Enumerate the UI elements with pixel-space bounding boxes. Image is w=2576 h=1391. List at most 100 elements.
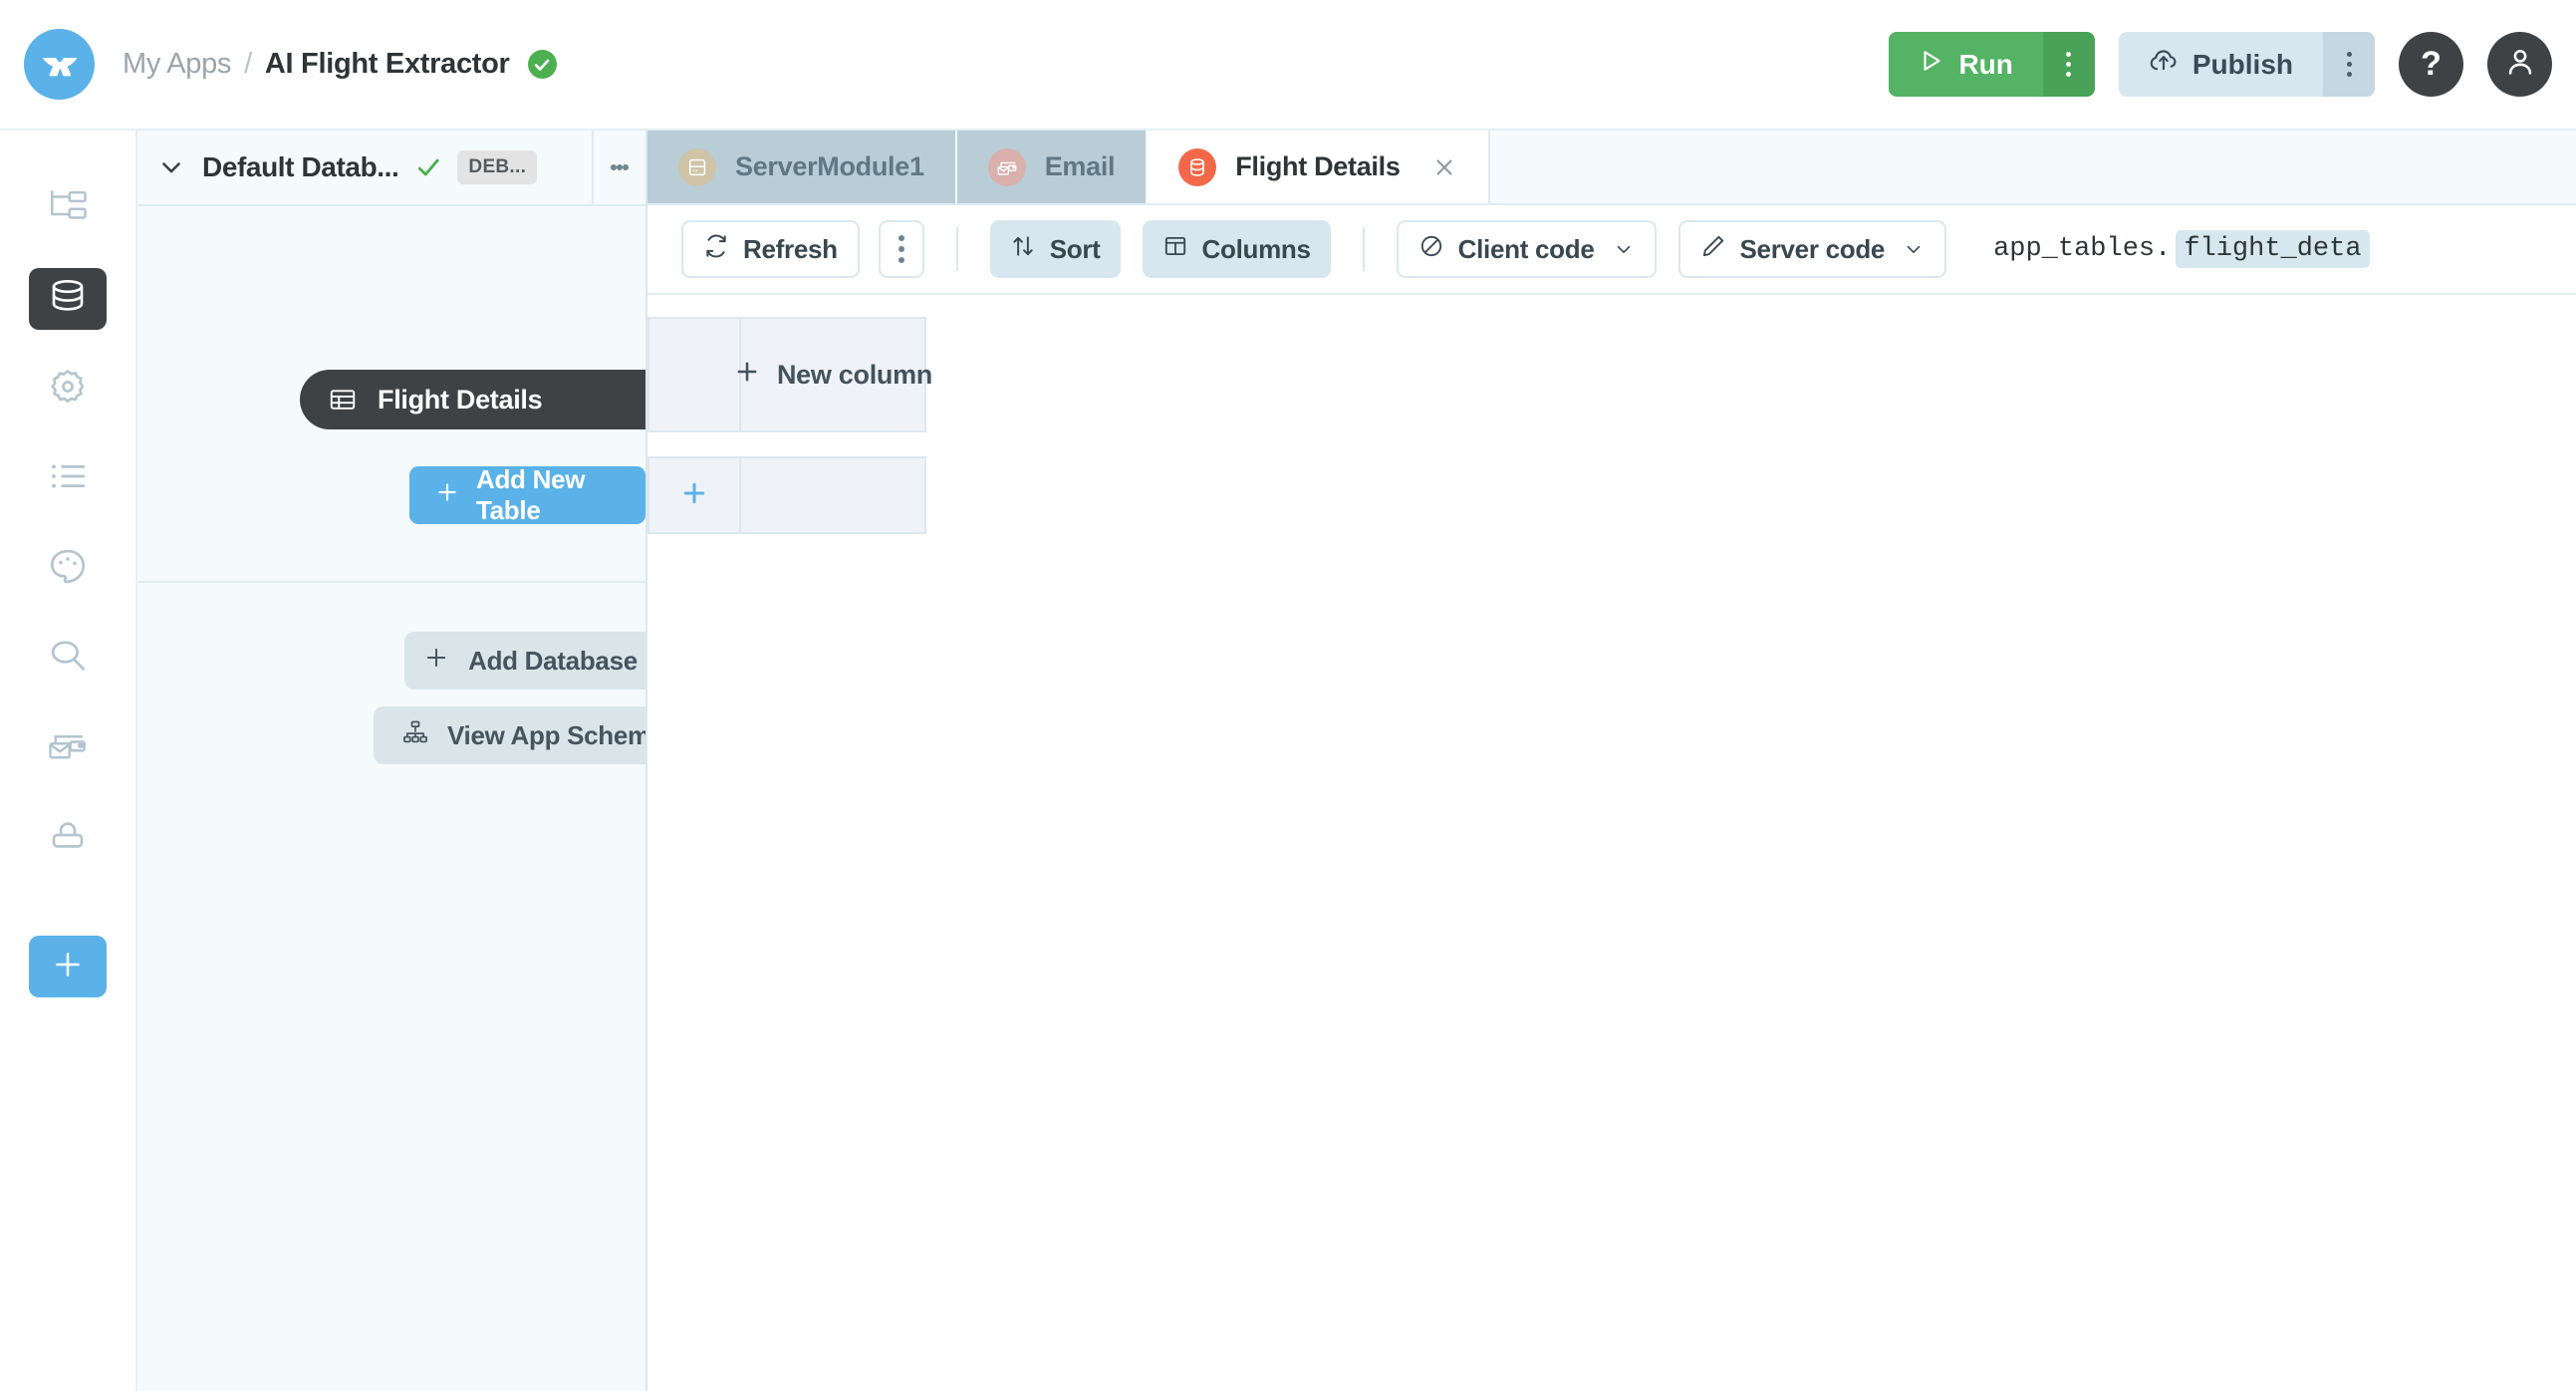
view-app-schema-label: View App Schema <box>447 720 647 751</box>
icon-rail <box>0 131 137 1391</box>
add-database-button[interactable]: Add Database <box>404 632 647 690</box>
plus-icon <box>50 947 86 987</box>
publish-button[interactable]: Publish <box>2119 32 2323 97</box>
tab-servermodule1[interactable]: ServerModule1 <box>647 131 957 203</box>
account-button[interactable] <box>2487 32 2552 97</box>
tab-flight-details[interactable]: Flight Details <box>1148 131 1489 203</box>
top-bar: My Apps / AI Flight Extractor Run <box>0 0 2576 131</box>
pencil-icon <box>1700 233 1726 266</box>
database-badge: DEB... <box>457 150 537 184</box>
toolbar-divider <box>956 227 958 271</box>
grid-header-row: New column <box>647 317 926 432</box>
client-code-button[interactable]: Client code <box>1397 220 1657 278</box>
kebab-menu-icon <box>2347 52 2352 77</box>
database-icon <box>47 276 89 323</box>
code-snippet[interactable]: app_tables. flight_deta <box>1993 230 2369 268</box>
run-split-button[interactable]: Run <box>1889 32 2094 97</box>
sidebar-item-flight-details[interactable]: Flight Details <box>300 370 647 429</box>
add-database-label: Add Database <box>468 646 638 677</box>
grid-add-row[interactable] <box>647 456 926 534</box>
add-component-button[interactable] <box>29 936 107 997</box>
table-toolbar: Refresh Sort Columns Client code Server … <box>647 205 2576 295</box>
breadcrumb-app-name[interactable]: AI Flight Extractor <box>265 48 510 81</box>
run-button[interactable]: Run <box>1889 32 2042 97</box>
refresh-icon <box>703 233 729 266</box>
tab-email[interactable]: Email <box>957 131 1149 203</box>
sidebar-item-settings[interactable] <box>29 358 107 419</box>
run-button-label: Run <box>1958 49 2012 81</box>
refresh-menu-button[interactable] <box>879 220 924 278</box>
chevron-down-icon <box>1903 238 1925 260</box>
sidebar-item-email[interactable] <box>29 716 107 778</box>
breadcrumb-my-apps[interactable]: My Apps <box>123 48 231 81</box>
client-code-label: Client code <box>1458 234 1595 265</box>
add-new-table-label: Add New Table <box>476 464 621 526</box>
server-code-button[interactable]: Server code <box>1678 220 1947 278</box>
lock-icon <box>47 814 89 861</box>
run-menu-button[interactable] <box>2043 32 2095 97</box>
grid-corner-cell <box>647 317 741 432</box>
tab-label: Email <box>1045 151 1116 182</box>
columns-button[interactable]: Columns <box>1143 220 1331 278</box>
help-button[interactable]: ? <box>2399 32 2463 97</box>
publish-split-button[interactable]: Publish <box>2119 32 2375 97</box>
no-entry-icon <box>1418 233 1444 266</box>
chevron-down-icon[interactable] <box>157 153 185 181</box>
sidebar-item-label: Flight Details <box>378 385 542 416</box>
sidebar-item-app-browser[interactable] <box>29 178 107 240</box>
database-header[interactable]: Default Datab... DEB... <box>137 131 645 206</box>
sidebar-item-theme[interactable] <box>29 537 107 599</box>
question-mark-icon: ? <box>2421 45 2442 84</box>
kebab-menu-icon <box>2066 52 2071 77</box>
data-grid: New column <box>647 295 2576 1391</box>
refresh-button-label: Refresh <box>743 234 838 265</box>
add-row-button[interactable] <box>647 456 741 534</box>
divider <box>137 581 647 583</box>
schema-icon <box>401 718 429 753</box>
anvil-logo-icon[interactable] <box>24 29 95 100</box>
view-app-schema-button[interactable]: View App Schema <box>374 706 647 764</box>
sort-arrows-icon <box>1010 233 1036 266</box>
code-snippet-prefix: app_tables. <box>1993 234 2171 264</box>
sidebar-item-secrets[interactable] <box>29 806 107 868</box>
table-icon <box>328 385 358 415</box>
check-circle-icon <box>528 50 557 79</box>
email-icon <box>47 724 89 771</box>
kebab-menu-icon <box>899 235 904 263</box>
tab-label: ServerModule1 <box>735 151 924 182</box>
sidebar-item-search[interactable] <box>29 627 107 689</box>
sort-button[interactable]: Sort <box>990 220 1121 278</box>
add-new-table-button[interactable]: Add New Table <box>409 466 645 524</box>
new-column-button[interactable]: New column <box>739 317 926 432</box>
database-table-icon <box>1178 148 1216 186</box>
list-icon <box>47 455 89 502</box>
gear-icon <box>47 366 89 413</box>
close-icon[interactable] <box>1431 154 1457 180</box>
email-icon <box>988 148 1026 186</box>
plus-icon <box>733 358 761 393</box>
breadcrumb-separator: / <box>244 48 252 81</box>
sort-button-label: Sort <box>1050 234 1101 265</box>
database-menu-button[interactable] <box>592 131 645 204</box>
grid-empty-cell[interactable] <box>739 456 926 534</box>
toolbar-divider <box>1363 227 1365 271</box>
sidebar-item-data-tables[interactable] <box>29 268 107 330</box>
cloud-upload-icon <box>2149 46 2179 83</box>
top-bar-actions: Run Publish ? <box>1889 32 2552 97</box>
check-icon <box>415 154 441 180</box>
server-code-label: Server code <box>1740 234 1886 265</box>
refresh-button[interactable]: Refresh <box>681 220 860 278</box>
chevron-down-icon <box>1613 238 1635 260</box>
palette-icon <box>47 545 89 592</box>
publish-menu-button[interactable] <box>2323 32 2375 97</box>
columns-button-label: Columns <box>1202 234 1311 265</box>
database-title: Default Datab... <box>202 151 398 183</box>
tab-label: Flight Details <box>1235 151 1400 182</box>
columns-icon <box>1162 233 1188 266</box>
search-icon <box>47 635 89 682</box>
database-panel: Default Datab... DEB... Flight Details A… <box>137 131 647 1391</box>
plus-icon <box>434 479 460 512</box>
file-tree-icon <box>47 186 89 233</box>
code-snippet-table-name: flight_deta <box>2176 230 2369 268</box>
sidebar-item-dependencies[interactable] <box>29 447 107 509</box>
